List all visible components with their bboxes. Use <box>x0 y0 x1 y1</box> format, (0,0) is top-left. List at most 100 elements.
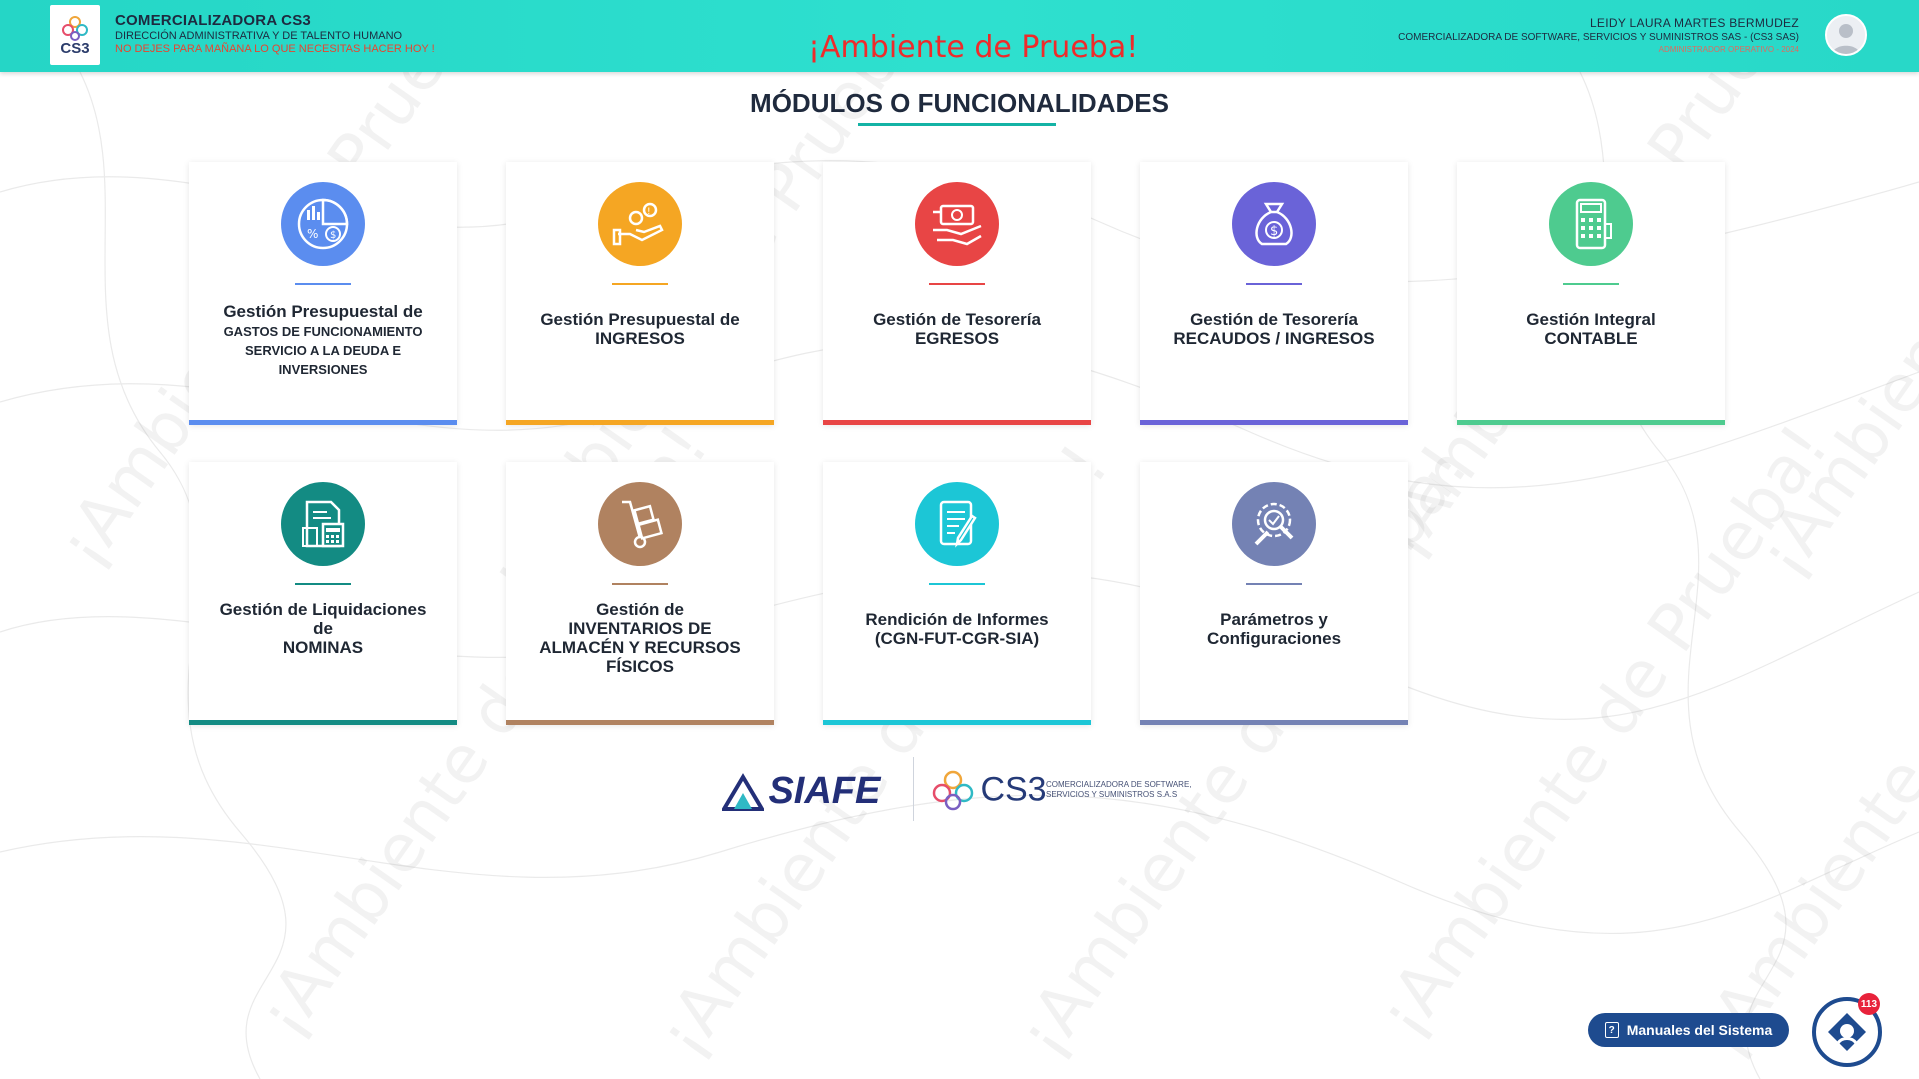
svg-text:$: $ <box>330 230 336 241</box>
module-title-line2: INGRESOS <box>595 329 685 348</box>
module-title-line4: FÍSICOS <box>605 657 674 676</box>
card-separator <box>1246 283 1302 285</box>
cs3-desc-line1: COMERCIALIZADORA DE SOFTWARE, <box>1046 780 1192 789</box>
help-chat-icon <box>1828 1013 1866 1051</box>
module-title-line3: NOMINAS <box>282 638 364 657</box>
manual-book-icon: ? <box>1604 1022 1619 1038</box>
module-card-gastos[interactable]: % $ Gestión Presupuestal de GASTOS DE FU… <box>189 162 457 425</box>
svg-text:$: $ <box>1270 224 1278 239</box>
cs3-logo-text: CS3 <box>980 770 1047 809</box>
brand-block: COMERCIALIZADORA CS3 DIRECCIÓN ADMINISTR… <box>115 12 435 55</box>
card-bottom-bar <box>1140 720 1408 725</box>
cs3-desc-line2: SERVICIOS Y SUMINISTROS S.A.S <box>1046 790 1178 799</box>
module-card-inventarios[interactable]: Gestión de INVENTARIOS DE ALMACÉN Y RECU… <box>506 462 774 725</box>
avatar[interactable] <box>1825 14 1867 56</box>
budget-chart-icon: % $ <box>297 198 349 250</box>
card-bottom-bar <box>189 420 457 425</box>
slogan: NO DEJES PARA MAÑANA LO QUE NECESITAS HA… <box>115 43 435 55</box>
module-title: Rendición de Informes <box>865 610 1049 629</box>
module-icon: ! <box>598 182 682 266</box>
hand-coins-icon: ! <box>612 202 664 246</box>
module-title-line2: EGRESOS <box>914 329 1000 348</box>
manuals-button[interactable]: ? Manuales del Sistema <box>1588 1013 1789 1047</box>
module-title: Gestión de Tesorería <box>873 310 1041 329</box>
module-icon <box>598 482 682 566</box>
svg-text:!: ! <box>647 207 651 217</box>
module-label: Gestión de Tesorería EGRESOS <box>823 310 1091 348</box>
module-card-contable[interactable]: Gestión Integral CONTABLE <box>1457 162 1725 425</box>
module-card-parametros[interactable]: Parámetros y Configuraciones <box>1140 462 1408 725</box>
module-icon <box>281 482 365 566</box>
module-icon: $ <box>1232 182 1316 266</box>
module-icon <box>915 182 999 266</box>
money-bag-icon: $ <box>1255 202 1293 246</box>
logo-divider <box>913 757 914 821</box>
card-separator <box>295 583 351 585</box>
module-card-ingresos[interactable]: ! Gestión Presupuestal de INGRESOS <box>506 162 774 425</box>
page-title: MÓDULOS O FUNCIONALIDADES <box>750 88 1169 118</box>
module-card-informes[interactable]: Rendición de Informes (CGN-FUT-CGR-SIA) <box>823 462 1091 725</box>
siafe-mountain-icon <box>720 772 766 811</box>
module-title-line2: CONTABLE <box>1544 329 1638 348</box>
card-separator <box>295 283 351 285</box>
card-separator <box>929 283 985 285</box>
card-bottom-bar <box>1140 420 1408 425</box>
module-title-line2: INVENTARIOS DE <box>568 619 712 638</box>
user-role: ADMINISTRADOR OPERATIVO - 2024 <box>1658 45 1799 54</box>
card-bottom-bar <box>506 420 774 425</box>
module-icon: % $ <box>281 182 365 266</box>
module-title-line2: RECAUDOS / INGRESOS <box>1173 329 1375 348</box>
module-title: Gestión Integral <box>1526 310 1656 329</box>
watermark-text: ¡Ambiente de Prueba! <box>1683 431 1919 1071</box>
card-bottom-bar <box>506 720 774 725</box>
user-company: COMERCIALIZADORA DE SOFTWARE, SERVICIOS … <box>1398 32 1799 43</box>
hand-truck-icon <box>622 500 664 549</box>
cs3-description: COMERCIALIZADORA DE SOFTWARE, SERVICIOS … <box>1046 780 1192 800</box>
card-separator <box>929 583 985 585</box>
module-title-line2: de <box>313 619 333 638</box>
module-card-egresos[interactable]: Gestión de Tesorería EGRESOS <box>823 162 1091 425</box>
module-card-nominas[interactable]: Gestión de Liquidaciones de NOMINAS <box>189 462 457 725</box>
cs3-flower-icon <box>62 15 88 41</box>
module-label: Gestión de Tesorería RECAUDOS / INGRESOS <box>1140 310 1408 348</box>
environment-label: ¡Ambiente de Prueba! <box>808 30 1139 65</box>
module-title-line2: (CGN-FUT-CGR-SIA) <box>874 629 1040 648</box>
user-info[interactable]: LEIDY LAURA MARTES BERMUDEZ COMERCIALIZA… <box>1398 16 1799 54</box>
logo-text: CS3 <box>60 39 90 57</box>
module-label: Gestión Presupuestal de GASTOS DE FUNCIO… <box>189 302 457 379</box>
card-bottom-bar <box>823 720 1091 725</box>
card-separator <box>1246 583 1302 585</box>
report-document-icon <box>939 500 977 548</box>
module-label: Rendición de Informes (CGN-FUT-CGR-SIA) <box>823 610 1091 648</box>
cs3-flower-icon <box>932 770 974 811</box>
company-logo[interactable]: CS3 <box>50 5 100 65</box>
user-name: LEIDY LAURA MARTES BERMUDEZ <box>1589 16 1799 30</box>
card-bottom-bar <box>823 420 1091 425</box>
top-header: CS3 COMERCIALIZADORA CS3 DIRECCIÓN ADMIN… <box>0 0 1919 72</box>
siafe-logo-text: SIAFE <box>768 770 881 812</box>
card-separator <box>612 583 668 585</box>
module-icon <box>1232 482 1316 566</box>
module-label: Gestión Integral CONTABLE <box>1457 310 1725 348</box>
notification-badge: 113 <box>1858 993 1880 1015</box>
watermark-text: ¡Ambiente de Prueba! <box>1363 410 1844 1051</box>
module-label: Gestión de Liquidaciones de NOMINAS <box>189 600 457 657</box>
company-name: COMERCIALIZADORA CS3 <box>115 12 311 29</box>
watermark-text: ¡Ambiente de Prueba! <box>1743 72 1919 591</box>
title-underline <box>858 123 1056 126</box>
cash-payment-icon <box>933 204 982 246</box>
department-name: DIRECCIÓN ADMINISTRATIVA Y DE TALENTO HU… <box>115 30 403 42</box>
siafe-logo: SIAFE <box>720 770 881 813</box>
module-label: Gestión Presupuestal de INGRESOS <box>506 310 774 348</box>
module-label: Gestión de INVENTARIOS DE ALMACÉN Y RECU… <box>506 600 774 676</box>
module-title: Gestión de <box>596 600 684 619</box>
cash-register-icon <box>1575 198 1612 250</box>
module-card-recaudos[interactable]: $ Gestión de Tesorería RECAUDOS / INGRES… <box>1140 162 1408 425</box>
settings-gear-icon <box>1254 502 1294 546</box>
cs3-logo: CS3 <box>930 768 1047 812</box>
module-subtitle: GASTOS DE FUNCIONAMIENTO SERVICIO A LA D… <box>223 324 423 377</box>
module-title: Parámetros y <box>1220 610 1328 629</box>
user-avatar-icon <box>1827 16 1865 54</box>
module-title: Gestión de Liquidaciones <box>219 600 427 619</box>
svg-text:%: % <box>307 227 318 241</box>
